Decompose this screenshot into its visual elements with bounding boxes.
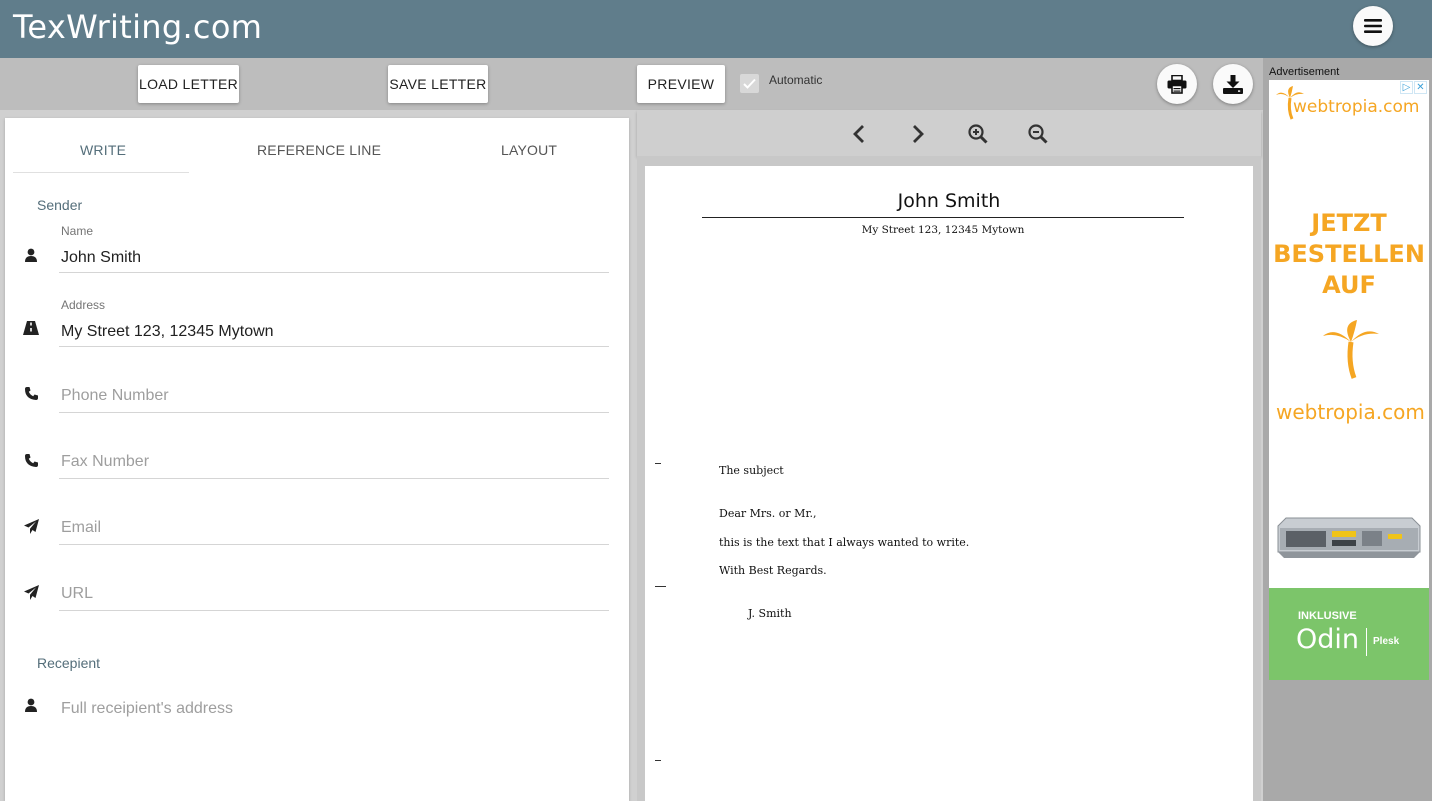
save-letter-button[interactable]: SAVE LETTER [388, 65, 488, 103]
paper-plane-icon [22, 517, 40, 535]
address-underline [59, 346, 609, 347]
ad-info-icon[interactable]: ▷ [1400, 81, 1413, 94]
tab-reference-line[interactable]: REFERENCE LINE [257, 142, 381, 158]
letter-closing: With Best Regards. [719, 564, 827, 577]
ad-close-icon[interactable]: ✕ [1414, 81, 1427, 94]
ad-brand-top: webtropia.com [1293, 97, 1420, 117]
ad-brand-middle: webtropia.com [1276, 400, 1425, 424]
previous-page-button[interactable] [847, 122, 871, 146]
preview-controls [637, 110, 1261, 156]
ad-headline-line-3: AUF [1322, 271, 1376, 299]
hamburger-icon [1364, 19, 1382, 33]
letter-opening: Dear Mrs. or Mr., [719, 507, 817, 520]
automatic-checkbox[interactable] [740, 74, 759, 93]
download-icon [1223, 74, 1243, 94]
phone-input[interactable]: Phone Number [61, 387, 169, 405]
letter-sender-address: My Street 123, 12345 Mytown [861, 224, 1025, 236]
download-button[interactable] [1213, 64, 1253, 104]
ad-banner[interactable]: ▷ ✕ webtropia.com JETZT BESTELLEN AUF we… [1269, 80, 1429, 588]
server-image [1277, 517, 1421, 558]
automatic-label: Automatic [769, 73, 823, 87]
name-input[interactable]: John Smith [61, 249, 141, 267]
tab-divider [13, 172, 189, 173]
url-underline [59, 610, 609, 611]
fax-underline [59, 478, 609, 479]
address-input[interactable]: My Street 123, 12345 Mytown [61, 323, 274, 341]
recipient-address-input[interactable]: Full receipient's address [61, 700, 233, 718]
letter-signature: J. Smith [748, 607, 792, 620]
preview-button[interactable]: PREVIEW [637, 65, 725, 103]
person-icon [22, 246, 40, 264]
name-label: Name [61, 224, 94, 238]
letter-sender-name: John Smith [897, 190, 1001, 212]
tab-write[interactable]: WRITE [80, 142, 126, 158]
phone-icon [22, 384, 40, 402]
ad-bottom-line-1: INKLUSIVE [1298, 610, 1357, 622]
chevron-left-icon [853, 125, 864, 143]
ad-headline-line-2: BESTELLEN [1273, 240, 1425, 268]
zoom-out-button[interactable] [1026, 122, 1050, 146]
recipient-person-icon [22, 696, 40, 714]
ad-label: Advertisement [1269, 66, 1340, 78]
chevron-right-icon [913, 125, 924, 143]
ad-bottom-divider [1366, 628, 1367, 656]
url-input[interactable]: URL [61, 585, 93, 603]
sender-heading: Sender [37, 197, 83, 213]
name-underline [59, 272, 609, 273]
load-letter-button[interactable]: LOAD LETTER [138, 65, 239, 103]
letter-preview: John Smith My Street 123, 12345 Mytown T… [645, 166, 1253, 801]
letter-body: this is the text that I always wanted to… [719, 536, 970, 549]
menu-button[interactable] [1353, 6, 1393, 46]
letter-subject: The subject [719, 464, 784, 477]
fax-phone-icon [22, 451, 40, 469]
brand-title[interactable]: TexWriting.com [13, 8, 262, 46]
zoom-out-icon [1028, 124, 1048, 144]
check-icon [743, 78, 756, 89]
punch-mark [655, 586, 666, 587]
road-icon [22, 319, 40, 337]
app-header: TexWriting.com [0, 0, 1432, 58]
zoom-in-button[interactable] [966, 122, 990, 146]
palm-tree-large-icon [1323, 320, 1379, 379]
tab-layout[interactable]: LAYOUT [501, 142, 557, 158]
email-input[interactable]: Email [61, 519, 101, 537]
editor-panel: WRITE REFERENCE LINE LAYOUT Sender Name … [5, 118, 629, 801]
fold-mark-bottom [655, 760, 661, 761]
print-button[interactable] [1157, 64, 1197, 104]
zoom-in-icon [968, 124, 988, 144]
next-page-button[interactable] [906, 122, 930, 146]
ad-bottom-line-2: Odin [1296, 624, 1360, 655]
ad-banner-bottom[interactable]: INKLUSIVE Odin Plesk [1269, 588, 1429, 680]
letter-header-rule [702, 217, 1184, 218]
phone-underline [59, 412, 609, 413]
url-plane-icon [22, 583, 40, 601]
ad-headline-line-1: JETZT [1311, 209, 1387, 237]
printer-icon [1167, 74, 1187, 94]
ad-bottom-line-3: Plesk [1373, 636, 1400, 647]
fax-input[interactable]: Fax Number [61, 453, 149, 471]
ad-headline: JETZT BESTELLEN AUF [1269, 208, 1429, 301]
email-underline [59, 544, 609, 545]
recipient-heading: Recepient [37, 655, 101, 671]
address-label: Address [61, 298, 106, 312]
fold-mark-top [655, 463, 661, 464]
